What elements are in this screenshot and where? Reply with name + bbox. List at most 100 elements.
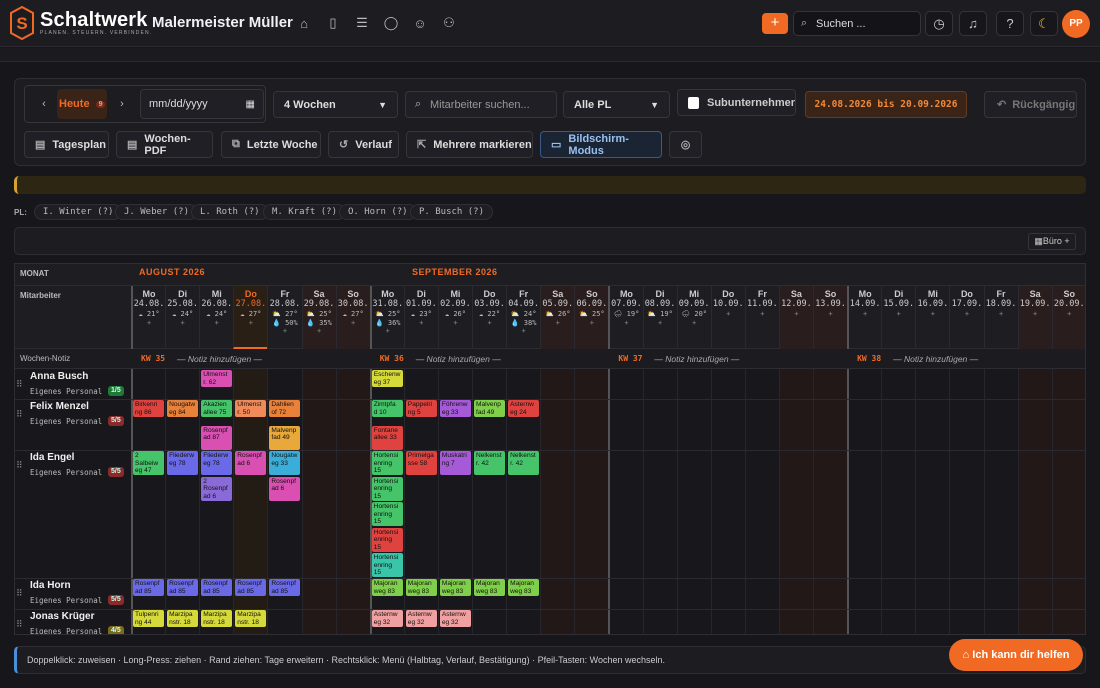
add-button[interactable]: + [762, 13, 788, 34]
pl-chip[interactable]: I. Winter (?) [34, 204, 123, 220]
add-icon[interactable]: + [200, 319, 233, 327]
drag-handle-icon[interactable]: ⠿ [16, 588, 23, 599]
assignment-card[interactable]: Akazien allee 75 [201, 400, 233, 417]
avatar[interactable]: PP [1062, 10, 1090, 38]
day-header[interactable]: Di 01.09. ☁ 23° + [403, 286, 438, 349]
add-icon[interactable]: + [1019, 310, 1052, 318]
document-icon[interactable]: ▯ [324, 14, 342, 32]
day-column[interactable] [540, 369, 575, 634]
day-column[interactable] [676, 369, 711, 634]
day-header[interactable]: Mi 02.09. ☁ 26° + [437, 286, 472, 349]
assignment-card[interactable]: Rosenpf ad 85 [201, 579, 233, 596]
assignment-card[interactable]: Majoran weg 83 [474, 579, 506, 596]
pl-chip[interactable]: O. Horn (?) [339, 204, 417, 220]
add-icon[interactable]: + [575, 319, 608, 327]
add-note-link[interactable]: — Notiz hinzufügen — [893, 354, 978, 364]
assignment-card[interactable]: Nelkenst r. 42 [508, 451, 540, 475]
today-button[interactable]: Heute 9 [57, 89, 107, 119]
add-icon[interactable]: + [950, 310, 983, 318]
day-column[interactable] [778, 369, 813, 634]
mehrere-markieren-button[interactable]: ⇱ Mehrere markieren [406, 131, 533, 158]
bell-icon[interactable]: ♫ [959, 11, 987, 36]
drag-handle-icon[interactable]: ⠿ [16, 619, 23, 630]
drag-handle-icon[interactable]: ⠿ [16, 409, 23, 420]
add-note-link[interactable]: — Notiz hinzufügen — [654, 354, 739, 364]
assignment-card[interactable]: Rosenpf ad 6 [269, 476, 301, 501]
add-icon[interactable]: + [780, 310, 813, 318]
add-icon[interactable]: + [234, 319, 267, 327]
day-header[interactable]: Mo 24.08. ☁ 21° + [131, 286, 165, 349]
assignment-card[interactable]: Hortensi enring 15 [371, 476, 403, 501]
home-icon[interactable]: ⌂ [295, 14, 313, 32]
verlauf-button[interactable]: ↺ Verlauf [328, 131, 399, 158]
add-icon[interactable]: + [405, 319, 438, 327]
assignment-card[interactable]: Hortensi enring 15 [371, 451, 403, 475]
user-settings-icon[interactable]: ⚇ [440, 14, 458, 32]
checkbox[interactable] [688, 96, 699, 109]
add-icon[interactable]: + [303, 327, 336, 335]
assignment-card[interactable]: Eschenw eg 37 [371, 370, 403, 387]
assignment-card[interactable]: Marzipa nstr. 18 [201, 610, 233, 627]
assignment-card[interactable]: Fontane allee 33 [371, 425, 403, 450]
day-column[interactable] [744, 369, 779, 634]
assignment-card[interactable]: Nougatw eg 84 [167, 400, 199, 417]
day-column[interactable] [1017, 369, 1052, 634]
assignment-card[interactable]: Rosenpf ad 87 [201, 425, 233, 450]
day-header[interactable]: Do 10.09. + [710, 286, 745, 349]
weeks-select[interactable]: 4 Wochen ▼ [273, 91, 398, 118]
day-header[interactable]: Fr 04.09. ⛅ 24° 💧 38% + [506, 286, 540, 349]
pl-chip[interactable]: L. Roth (?) [191, 204, 269, 220]
subunternehmer-toggle[interactable]: Subunternehmer [677, 89, 796, 116]
day-column[interactable] [335, 369, 370, 634]
day-column[interactable] [642, 369, 677, 634]
drag-handle-icon[interactable]: ⠿ [16, 460, 23, 471]
assignment-card[interactable]: Fliederw eg 78 [201, 451, 233, 475]
assignment-card[interactable]: Malvenp fad 49 [269, 425, 301, 450]
pl-chip[interactable]: P. Busch (?) [410, 204, 494, 220]
chat-icon[interactable]: ◯ [382, 14, 400, 32]
day-column[interactable] [813, 369, 848, 634]
assignment-card[interactable]: Marzipa nstr. 18 [235, 610, 267, 627]
tagesplan-button[interactable]: ▤ Tagesplan [24, 131, 109, 158]
day-header[interactable]: Di 25.08. ☁ 24° + [165, 286, 199, 349]
add-icon[interactable]: + [610, 319, 642, 327]
assignment-card[interactable]: Majoran weg 83 [508, 579, 540, 596]
day-column[interactable] [847, 369, 881, 634]
pl-chip[interactable]: J. Weber (?) [115, 204, 199, 220]
day-header[interactable]: Mo 14.09. + [847, 286, 881, 349]
day-header[interactable]: Sa 29.08. ⛅ 25° 💧 35% + [301, 286, 336, 349]
day-header[interactable]: Sa 19.09. + [1017, 286, 1052, 349]
assignment-card[interactable]: Hortensi enring 15 [371, 502, 403, 526]
day-column[interactable] [608, 369, 642, 634]
add-icon[interactable]: + [541, 319, 574, 327]
next-week-icon[interactable]: › [112, 93, 132, 115]
employee-row[interactable]: ⠿ Jonas Krüger Eigenes Personal 4/5 [15, 609, 131, 634]
add-icon[interactable]: + [678, 319, 711, 327]
day-column[interactable] [881, 369, 915, 634]
pl-chip[interactable]: M. Kraft (?) [263, 204, 347, 220]
assignment-card[interactable]: Hortensi enring 15 [371, 527, 403, 552]
assignment-card[interactable]: Tulpenri ng 44 [133, 610, 165, 627]
day-column[interactable] [983, 369, 1018, 634]
assignment-card[interactable]: Asternw eg 32 [405, 610, 437, 627]
add-icon[interactable]: + [268, 327, 301, 335]
letzte-woche-button[interactable]: ⧉ Letzte Woche [221, 131, 321, 158]
day-column[interactable] [710, 369, 745, 634]
day-header[interactable]: Fr 11.09. + [744, 286, 779, 349]
moon-icon[interactable]: ☾ [1030, 11, 1058, 36]
assignment-card[interactable]: 2 Salbeiw eg 47 [133, 451, 165, 475]
assignment-card[interactable]: Nougatw eg 33 [269, 451, 301, 475]
day-header[interactable]: Mo 31.08. ⛅ 25° 💧 36% + [369, 286, 404, 349]
assignment-card[interactable]: Pappelri ng 5 [405, 400, 437, 417]
day-header[interactable]: Mi 26.08. ☁ 24° + [199, 286, 233, 349]
day-header[interactable]: Do 27.08. ☁ 27° + [233, 286, 268, 349]
employee-row[interactable]: ⠿ Felix Menzel Eigenes Personal 5/5 [15, 399, 131, 450]
add-icon[interactable]: + [507, 327, 540, 335]
drag-handle-icon[interactable]: ⠿ [16, 379, 23, 390]
assignment-card[interactable]: Ulmenst r. 50 [235, 400, 267, 417]
assignment-card[interactable]: Rosenpf ad 85 [167, 579, 199, 596]
assignment-card[interactable]: Asternw eg 32 [439, 610, 471, 627]
assignment-card[interactable]: Rosenpf ad 85 [133, 579, 165, 596]
assignment-card[interactable]: Nelkenst r. 42 [474, 451, 506, 475]
assignment-card[interactable]: Birkenri ng 86 [133, 400, 165, 417]
